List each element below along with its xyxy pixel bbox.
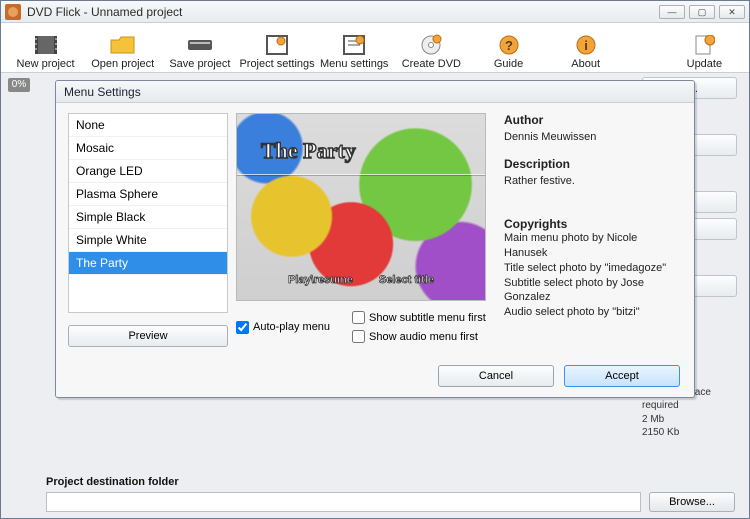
autoplay-checkbox-row[interactable]: Auto-play menu bbox=[236, 311, 330, 343]
author-heading: Author bbox=[504, 113, 682, 127]
toolbar-label: Guide bbox=[494, 58, 523, 70]
author-value: Dennis Meuwissen bbox=[504, 131, 682, 143]
menu-settings-icon bbox=[340, 34, 368, 56]
guide-icon: ? bbox=[495, 34, 523, 56]
toolbar-about[interactable]: i About bbox=[547, 24, 624, 70]
toolbar-label: Save project bbox=[169, 58, 230, 70]
description-value: Rather festive. bbox=[504, 175, 682, 187]
audio-first-checkbox-row[interactable]: Show audio menu first bbox=[352, 330, 486, 343]
toolbar-label: Open project bbox=[91, 58, 154, 70]
subtitle-first-checkbox[interactable] bbox=[352, 311, 365, 324]
dialog-body: None Mosaic Orange LED Plasma Sphere Sim… bbox=[56, 107, 694, 397]
disk-icon bbox=[186, 34, 214, 56]
about-icon: i bbox=[572, 34, 600, 56]
menu-item-plasma-sphere[interactable]: Plasma Sphere bbox=[69, 183, 227, 206]
toolbar-guide[interactable]: ? Guide bbox=[470, 24, 547, 70]
center-column: The Party Play\resume Select title Auto-… bbox=[236, 107, 496, 397]
subtitle-first-label: Show subtitle menu first bbox=[369, 312, 486, 324]
preview-footer: Play\resume Select title bbox=[237, 274, 485, 286]
app-icon bbox=[5, 4, 21, 20]
toolbar-new-project[interactable]: New project bbox=[7, 24, 84, 70]
toolbar-label: Menu settings bbox=[320, 58, 388, 70]
destination-label: Project destination folder bbox=[46, 476, 179, 488]
preview-select-label: Select title bbox=[379, 274, 434, 286]
menu-item-the-party[interactable]: The Party bbox=[69, 252, 227, 275]
preview-play-label: Play\resume bbox=[288, 274, 353, 286]
toolbar-label: Update bbox=[687, 58, 722, 70]
audio-first-checkbox[interactable] bbox=[352, 330, 365, 343]
menu-item-simple-black[interactable]: Simple Black bbox=[69, 206, 227, 229]
dialog-footer: Cancel Accept bbox=[438, 365, 680, 387]
toolbar-label: Create DVD bbox=[402, 58, 461, 70]
toolbar-create-dvd[interactable]: Create DVD bbox=[393, 24, 470, 70]
copyright-line: Title select photo by "imedagoze" bbox=[504, 261, 682, 276]
autoplay-label: Auto-play menu bbox=[253, 321, 330, 333]
svg-text:?: ? bbox=[505, 38, 513, 53]
subtitle-first-checkbox-row[interactable]: Show subtitle menu first bbox=[352, 311, 486, 324]
minimize-button[interactable]: — bbox=[659, 5, 685, 19]
folder-icon bbox=[109, 34, 137, 56]
svg-text:i: i bbox=[584, 38, 588, 53]
toolbar-update[interactable]: Update bbox=[666, 24, 743, 70]
titlebar: DVD Flick - Unnamed project — ▢ ✕ bbox=[1, 1, 749, 23]
maximize-button[interactable]: ▢ bbox=[689, 5, 715, 19]
menu-list-column: None Mosaic Orange LED Plasma Sphere Sim… bbox=[56, 107, 236, 397]
toolbar-save-project[interactable]: Save project bbox=[161, 24, 238, 70]
dialog-title: Menu Settings bbox=[56, 81, 694, 103]
description-heading: Description bbox=[504, 157, 682, 171]
copyright-line: Audio select photo by "bitzi" bbox=[504, 305, 682, 320]
close-button[interactable]: ✕ bbox=[719, 5, 745, 19]
accept-button[interactable]: Accept bbox=[564, 365, 680, 387]
film-icon bbox=[32, 34, 60, 56]
toolbar-label: About bbox=[571, 58, 600, 70]
menu-item-none[interactable]: None bbox=[69, 114, 227, 137]
status-space-kb: 2150 Kb bbox=[642, 426, 737, 440]
destination-input[interactable] bbox=[46, 492, 641, 512]
menu-settings-dialog: Menu Settings None Mosaic Orange LED Pla… bbox=[55, 80, 695, 398]
preview-rule bbox=[237, 174, 485, 176]
window-controls: — ▢ ✕ bbox=[659, 5, 745, 19]
toolbar-menu-settings[interactable]: Menu settings bbox=[316, 24, 393, 70]
menu-item-simple-white[interactable]: Simple White bbox=[69, 229, 227, 252]
copyrights-block: Main menu photo by Nicole Hanusek Title … bbox=[504, 231, 682, 320]
toolbar-label: Project settings bbox=[239, 58, 314, 70]
menu-item-mosaic[interactable]: Mosaic bbox=[69, 137, 227, 160]
toolbar-project-settings[interactable]: Project settings bbox=[238, 24, 315, 70]
toolbar: New project Open project Save project Pr… bbox=[1, 23, 749, 73]
window-title: DVD Flick - Unnamed project bbox=[27, 5, 182, 19]
menu-item-orange-led[interactable]: Orange LED bbox=[69, 160, 227, 183]
settings-icon bbox=[263, 34, 291, 56]
preview-button[interactable]: Preview bbox=[68, 325, 228, 347]
browse-button[interactable]: Browse... bbox=[649, 492, 735, 512]
audio-first-label: Show audio menu first bbox=[369, 331, 478, 343]
toolbar-open-project[interactable]: Open project bbox=[84, 24, 161, 70]
status-space-mb: 2 Mb bbox=[642, 413, 737, 427]
destination-row: Browse... bbox=[46, 492, 735, 512]
update-icon bbox=[690, 34, 718, 56]
copyright-line: Subtitle select photo by Jose Gonzalez bbox=[504, 276, 682, 306]
copyrights-heading: Copyrights bbox=[504, 217, 682, 231]
copyright-line: Main menu photo by Nicole Hanusek bbox=[504, 231, 682, 261]
toolbar-label: New project bbox=[17, 58, 75, 70]
autoplay-checkbox[interactable] bbox=[236, 321, 249, 334]
metadata-column: Author Dennis Meuwissen Description Rath… bbox=[496, 107, 694, 397]
menu-list[interactable]: None Mosaic Orange LED Plasma Sphere Sim… bbox=[68, 113, 228, 313]
progress-indicator: 0% bbox=[8, 78, 30, 92]
preview-title: The Party bbox=[261, 138, 356, 164]
cancel-button[interactable]: Cancel bbox=[438, 365, 554, 387]
dvd-icon bbox=[417, 34, 445, 56]
menu-preview: The Party Play\resume Select title bbox=[236, 113, 486, 301]
